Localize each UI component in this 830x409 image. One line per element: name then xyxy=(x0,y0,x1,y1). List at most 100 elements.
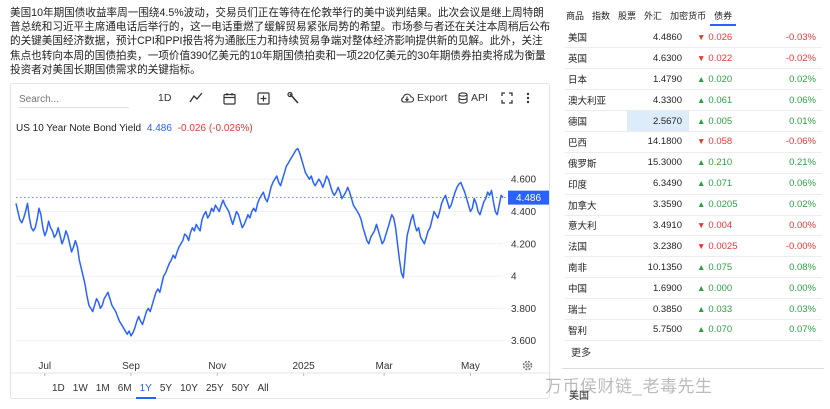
change-cell: ▼ 0.026 xyxy=(689,27,764,49)
search-input[interactable] xyxy=(19,92,129,108)
price-cell: 4.4860 xyxy=(627,27,689,49)
legend-price: 4.486 xyxy=(146,123,172,134)
tab-2[interactable]: 股票 xyxy=(614,8,640,26)
tab-1[interactable]: 指数 xyxy=(588,8,614,26)
x-tick-label: Jul xyxy=(38,361,51,372)
range-1y[interactable]: 1Y xyxy=(135,380,156,399)
range-5y[interactable]: 5Y xyxy=(156,380,176,399)
gear-icon[interactable] xyxy=(521,359,534,372)
table-row[interactable]: 智利 5.7500 ▲ 0.070 0.07% xyxy=(565,319,822,341)
arrow-up-icon: ▲ xyxy=(697,157,706,168)
change-value: 0.075 xyxy=(708,261,733,273)
change-cell: ▲ 0.075 xyxy=(689,256,764,279)
y-tick-label: 4.200 xyxy=(511,239,536,250)
tab-5[interactable]: 债券 xyxy=(710,8,737,26)
price-cell: 3.3590 xyxy=(627,194,689,216)
range-1w[interactable]: 1W xyxy=(69,380,92,399)
change-value: 0.020 xyxy=(708,73,733,85)
arrow-down-icon: ▼ xyxy=(697,31,706,42)
change-value: 0.033 xyxy=(708,303,733,315)
cloud-download-icon xyxy=(401,93,414,103)
tab-4[interactable]: 加密货币 xyxy=(666,8,710,26)
range-1m[interactable]: 1M xyxy=(92,380,114,399)
table-row[interactable]: 俄罗斯 15.3000 ▲ 0.210 0.21% xyxy=(565,152,822,174)
change-cell: ▲ 0.070 xyxy=(689,319,764,341)
country-cell: 智利 xyxy=(565,319,627,341)
range-50y[interactable]: 50Y xyxy=(228,380,254,399)
table-row[interactable]: 印度 6.3490 ▲ 0.071 0.06% xyxy=(565,173,822,195)
api-label: API xyxy=(471,92,488,104)
fullscreen-button[interactable] xyxy=(501,90,513,106)
table-row[interactable]: 澳大利亚 4.3300 ▲ 0.061 0.06% xyxy=(565,89,822,112)
percent-cell: 0.21% xyxy=(764,152,822,174)
more-link[interactable]: 更多 xyxy=(571,344,591,359)
country-cell: 印度 xyxy=(565,173,627,195)
price-cell: 15.3000 xyxy=(627,152,689,174)
table-row[interactable]: 加拿大 3.3590 ▲ 0.0205 0.02% xyxy=(565,194,822,216)
line-type-button[interactable] xyxy=(189,90,203,106)
range-all[interactable]: All xyxy=(253,380,272,399)
table-row[interactable]: 意大利 3.4910 ▼ 0.004 0.00% xyxy=(565,215,822,237)
range-selector: 1D 1W 1M 6M 1Y 5Y 10Y 25Y 50Y All xyxy=(48,380,273,399)
percent-cell: 0.06% xyxy=(764,89,822,112)
table-row[interactable]: 德国 2.5670 ▲ 0.005 0.01% xyxy=(565,110,822,132)
more-options-button[interactable] xyxy=(526,90,530,106)
change-cell: ▲ 0.005 xyxy=(689,110,764,132)
percent-cell: 0.07% xyxy=(764,319,822,341)
country-cell: 加拿大 xyxy=(565,194,627,216)
table-row[interactable]: 中国 1.6900 ▲ 0.000 0.00% xyxy=(565,277,822,300)
country-cell: 巴西 xyxy=(565,131,627,153)
country-cell: 德国 xyxy=(565,110,627,132)
legend-symbol: US 10 Year Note Bond Yield xyxy=(16,123,142,134)
chart-toolbar: 1D Export API xyxy=(11,84,549,112)
change-cell: ▲ 0.020 xyxy=(689,68,764,91)
arrow-up-icon: ▲ xyxy=(697,261,706,272)
api-button[interactable]: API xyxy=(458,90,488,106)
price-cell: 1.6900 xyxy=(627,277,689,300)
change-value: 0.070 xyxy=(708,324,733,336)
percent-cell: 0.00% xyxy=(764,277,822,300)
country-cell: 日本 xyxy=(565,68,627,91)
table-row[interactable]: 巴西 14.1800 ▼ 0.058 -0.06% xyxy=(565,131,822,153)
table-row[interactable]: 南非 10.1350 ▲ 0.075 0.08% xyxy=(565,256,822,279)
interval-button[interactable]: 1D xyxy=(158,90,171,106)
change-cell: ▲ 0.0205 xyxy=(689,194,764,216)
table-row[interactable]: 瑞士 0.3850 ▲ 0.033 0.03% xyxy=(565,298,822,320)
range-6m[interactable]: 6M xyxy=(114,380,136,399)
arrow-down-icon: ▼ xyxy=(697,136,706,147)
market-tabs: 商品 指数 股票 外汇 加密货币 债券 xyxy=(562,8,737,26)
calendar-button[interactable] xyxy=(223,90,236,106)
tab-3[interactable]: 外汇 xyxy=(640,8,666,26)
settings-tool-button[interactable] xyxy=(287,90,300,106)
table-row[interactable]: 日本 1.4790 ▲ 0.020 0.02% xyxy=(565,68,822,91)
country-cell: 意大利 xyxy=(565,215,627,237)
change-cell: ▲ 0.210 xyxy=(689,152,764,174)
table-row[interactable]: 法国 3.2380 ▼ 0.0025 -0.00% xyxy=(565,235,822,258)
price-cell: 1.4790 xyxy=(627,68,689,91)
price-cell: 3.2380 xyxy=(627,235,689,258)
change-value: 0.026 xyxy=(708,31,733,43)
range-1d[interactable]: 1D xyxy=(48,380,69,399)
range-25y[interactable]: 25Y xyxy=(202,380,228,399)
change-value: 0.004 xyxy=(708,219,733,231)
percent-cell: 0.01% xyxy=(764,110,822,132)
vertical-dots-icon xyxy=(526,92,530,104)
calendar-icon xyxy=(223,92,236,105)
y-tick-label: 4 xyxy=(511,272,517,283)
x-tick-label: May xyxy=(461,361,480,372)
arrow-up-icon: ▲ xyxy=(697,115,706,126)
last-value-label: 4.486 xyxy=(516,193,541,204)
x-tick-label: Sep xyxy=(122,361,140,372)
add-indicator-button[interactable] xyxy=(257,90,270,106)
arrow-down-icon: ▼ xyxy=(697,240,706,251)
table-row[interactable]: 英国 4.6300 ▼ 0.022 -0.02% xyxy=(565,47,822,70)
percent-cell: 0.02% xyxy=(764,68,822,91)
export-button[interactable]: Export xyxy=(400,90,447,106)
table-row[interactable]: 美国 4.4860 ▼ 0.026 -0.03% xyxy=(565,27,822,49)
percent-cell: 0.06% xyxy=(764,173,822,195)
range-10y[interactable]: 10Y xyxy=(176,380,202,399)
percent-cell: -0.02% xyxy=(764,47,822,70)
tab-0[interactable]: 商品 xyxy=(562,8,588,26)
arrow-up-icon: ▲ xyxy=(697,282,706,293)
bond-table: 美国 4.4860 ▼ 0.026 -0.03% 英国 4.6300 ▼ 0.022 -0.02%… xyxy=(565,27,822,341)
